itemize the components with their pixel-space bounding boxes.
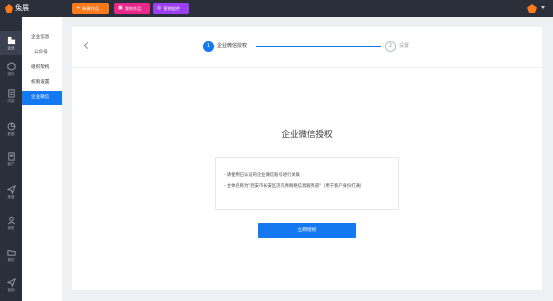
step-1-label: 企业微信授权 bbox=[217, 43, 248, 49]
app-logo[interactable]: 兔展 bbox=[5, 3, 29, 14]
user-avatar-icon[interactable] bbox=[527, 4, 537, 13]
page-title: 企业微信授权 bbox=[281, 130, 333, 140]
subnav-item-company-info[interactable]: 企业信息 bbox=[22, 31, 62, 45]
marketing-icon bbox=[6, 278, 16, 287]
step-connector bbox=[256, 46, 381, 47]
component-icon bbox=[6, 62, 16, 71]
rail-label: 销售 bbox=[7, 226, 15, 230]
new-work-label: 新建作品 bbox=[82, 6, 99, 11]
sales-icon bbox=[7, 216, 15, 225]
note-item: - 主体名称为"西安市长安区济凡青网络信息服务部"（用于客户身份打通） bbox=[224, 184, 365, 189]
subnav-item-wecom[interactable]: 企业微信 bbox=[22, 91, 62, 105]
rail-label: 渠道 bbox=[7, 195, 15, 199]
logo-icon bbox=[5, 4, 13, 13]
rail-item-content[interactable]: 内容 bbox=[0, 84, 22, 108]
notes-box: - 请使用已认证的企业微信账号进行关联 - 主体名称为"西安市长安区济凡青网络信… bbox=[215, 157, 399, 210]
main-card: 1 企业微信授权 2 设置 企业微信授权 - 请使用已认证的企业微信账号进行关联… bbox=[72, 27, 542, 290]
material-icon bbox=[6, 250, 16, 256]
rail-label: 内容 bbox=[7, 99, 15, 103]
rail-item-material[interactable]: 素材 bbox=[0, 243, 22, 267]
channel-icon bbox=[6, 185, 16, 194]
rail-label: 素材 bbox=[7, 258, 15, 262]
subnav-item-org-structure[interactable]: 组织架构 bbox=[22, 61, 62, 75]
new-work-button[interactable]: + 新建作品 bbox=[72, 3, 109, 14]
content-icon bbox=[7, 89, 15, 98]
step-2-indicator: 2 bbox=[385, 41, 396, 52]
header-divider bbox=[72, 67, 542, 68]
marketing-component-label: 营销组件 bbox=[163, 6, 181, 11]
rail-label: 客户 bbox=[7, 162, 15, 166]
logo-text: 兔展 bbox=[15, 4, 29, 12]
subnav-item-official-account[interactable]: 公众号 bbox=[22, 46, 62, 60]
rail-label: 组件 bbox=[7, 72, 15, 76]
folder-icon: ▣ bbox=[118, 5, 123, 11]
note-item: - 请使用已认证的企业微信账号进行关联 bbox=[224, 173, 300, 178]
subnav-item-permissions[interactable]: 权限设置 bbox=[22, 76, 62, 90]
rail-item-marketing[interactable]: 营销 bbox=[0, 273, 22, 297]
chevron-down-icon[interactable] bbox=[541, 6, 545, 9]
rail-item-sales[interactable]: 销售 bbox=[0, 211, 22, 235]
back-chevron-icon[interactable] bbox=[83, 41, 92, 50]
rail-label: 营销 bbox=[7, 288, 15, 292]
rail-item-channel[interactable]: 渠道 bbox=[0, 180, 22, 204]
settings-subnav: 企业信息 公众号 组织架构 权限设置 企业微信 bbox=[22, 17, 62, 301]
top-bar: 兔展 + 新建作品 ▣ 我的作品 ◎ 营销组件 bbox=[0, 0, 553, 17]
rail-item-component[interactable]: 组件 bbox=[0, 57, 22, 81]
rail-item-enterprise[interactable]: 企业 bbox=[0, 31, 22, 55]
marketing-component-button[interactable]: ◎ 营销组件 bbox=[153, 3, 189, 14]
data-icon bbox=[7, 122, 15, 131]
my-works-label: 我的作品 bbox=[124, 6, 142, 11]
rail-item-customer[interactable]: 客户 bbox=[0, 147, 22, 171]
my-works-button[interactable]: ▣ 我的作品 bbox=[114, 3, 150, 14]
enterprise-icon bbox=[7, 36, 15, 45]
rail-label: 数据 bbox=[7, 132, 15, 136]
plus-icon: + bbox=[76, 5, 81, 11]
rail-label: 企业 bbox=[7, 46, 15, 50]
icon-rail: 企业 组件 内容 数据 客户 渠道 销售 素材 营销 bbox=[0, 17, 22, 301]
gear-icon: ◎ bbox=[157, 5, 162, 11]
rail-item-data[interactable]: 数据 bbox=[0, 117, 22, 141]
customer-icon bbox=[7, 152, 15, 161]
step-2-label: 设置 bbox=[399, 43, 410, 49]
step-1-indicator: 1 bbox=[203, 41, 214, 52]
authorize-button[interactable]: 立即授权 bbox=[258, 223, 356, 238]
